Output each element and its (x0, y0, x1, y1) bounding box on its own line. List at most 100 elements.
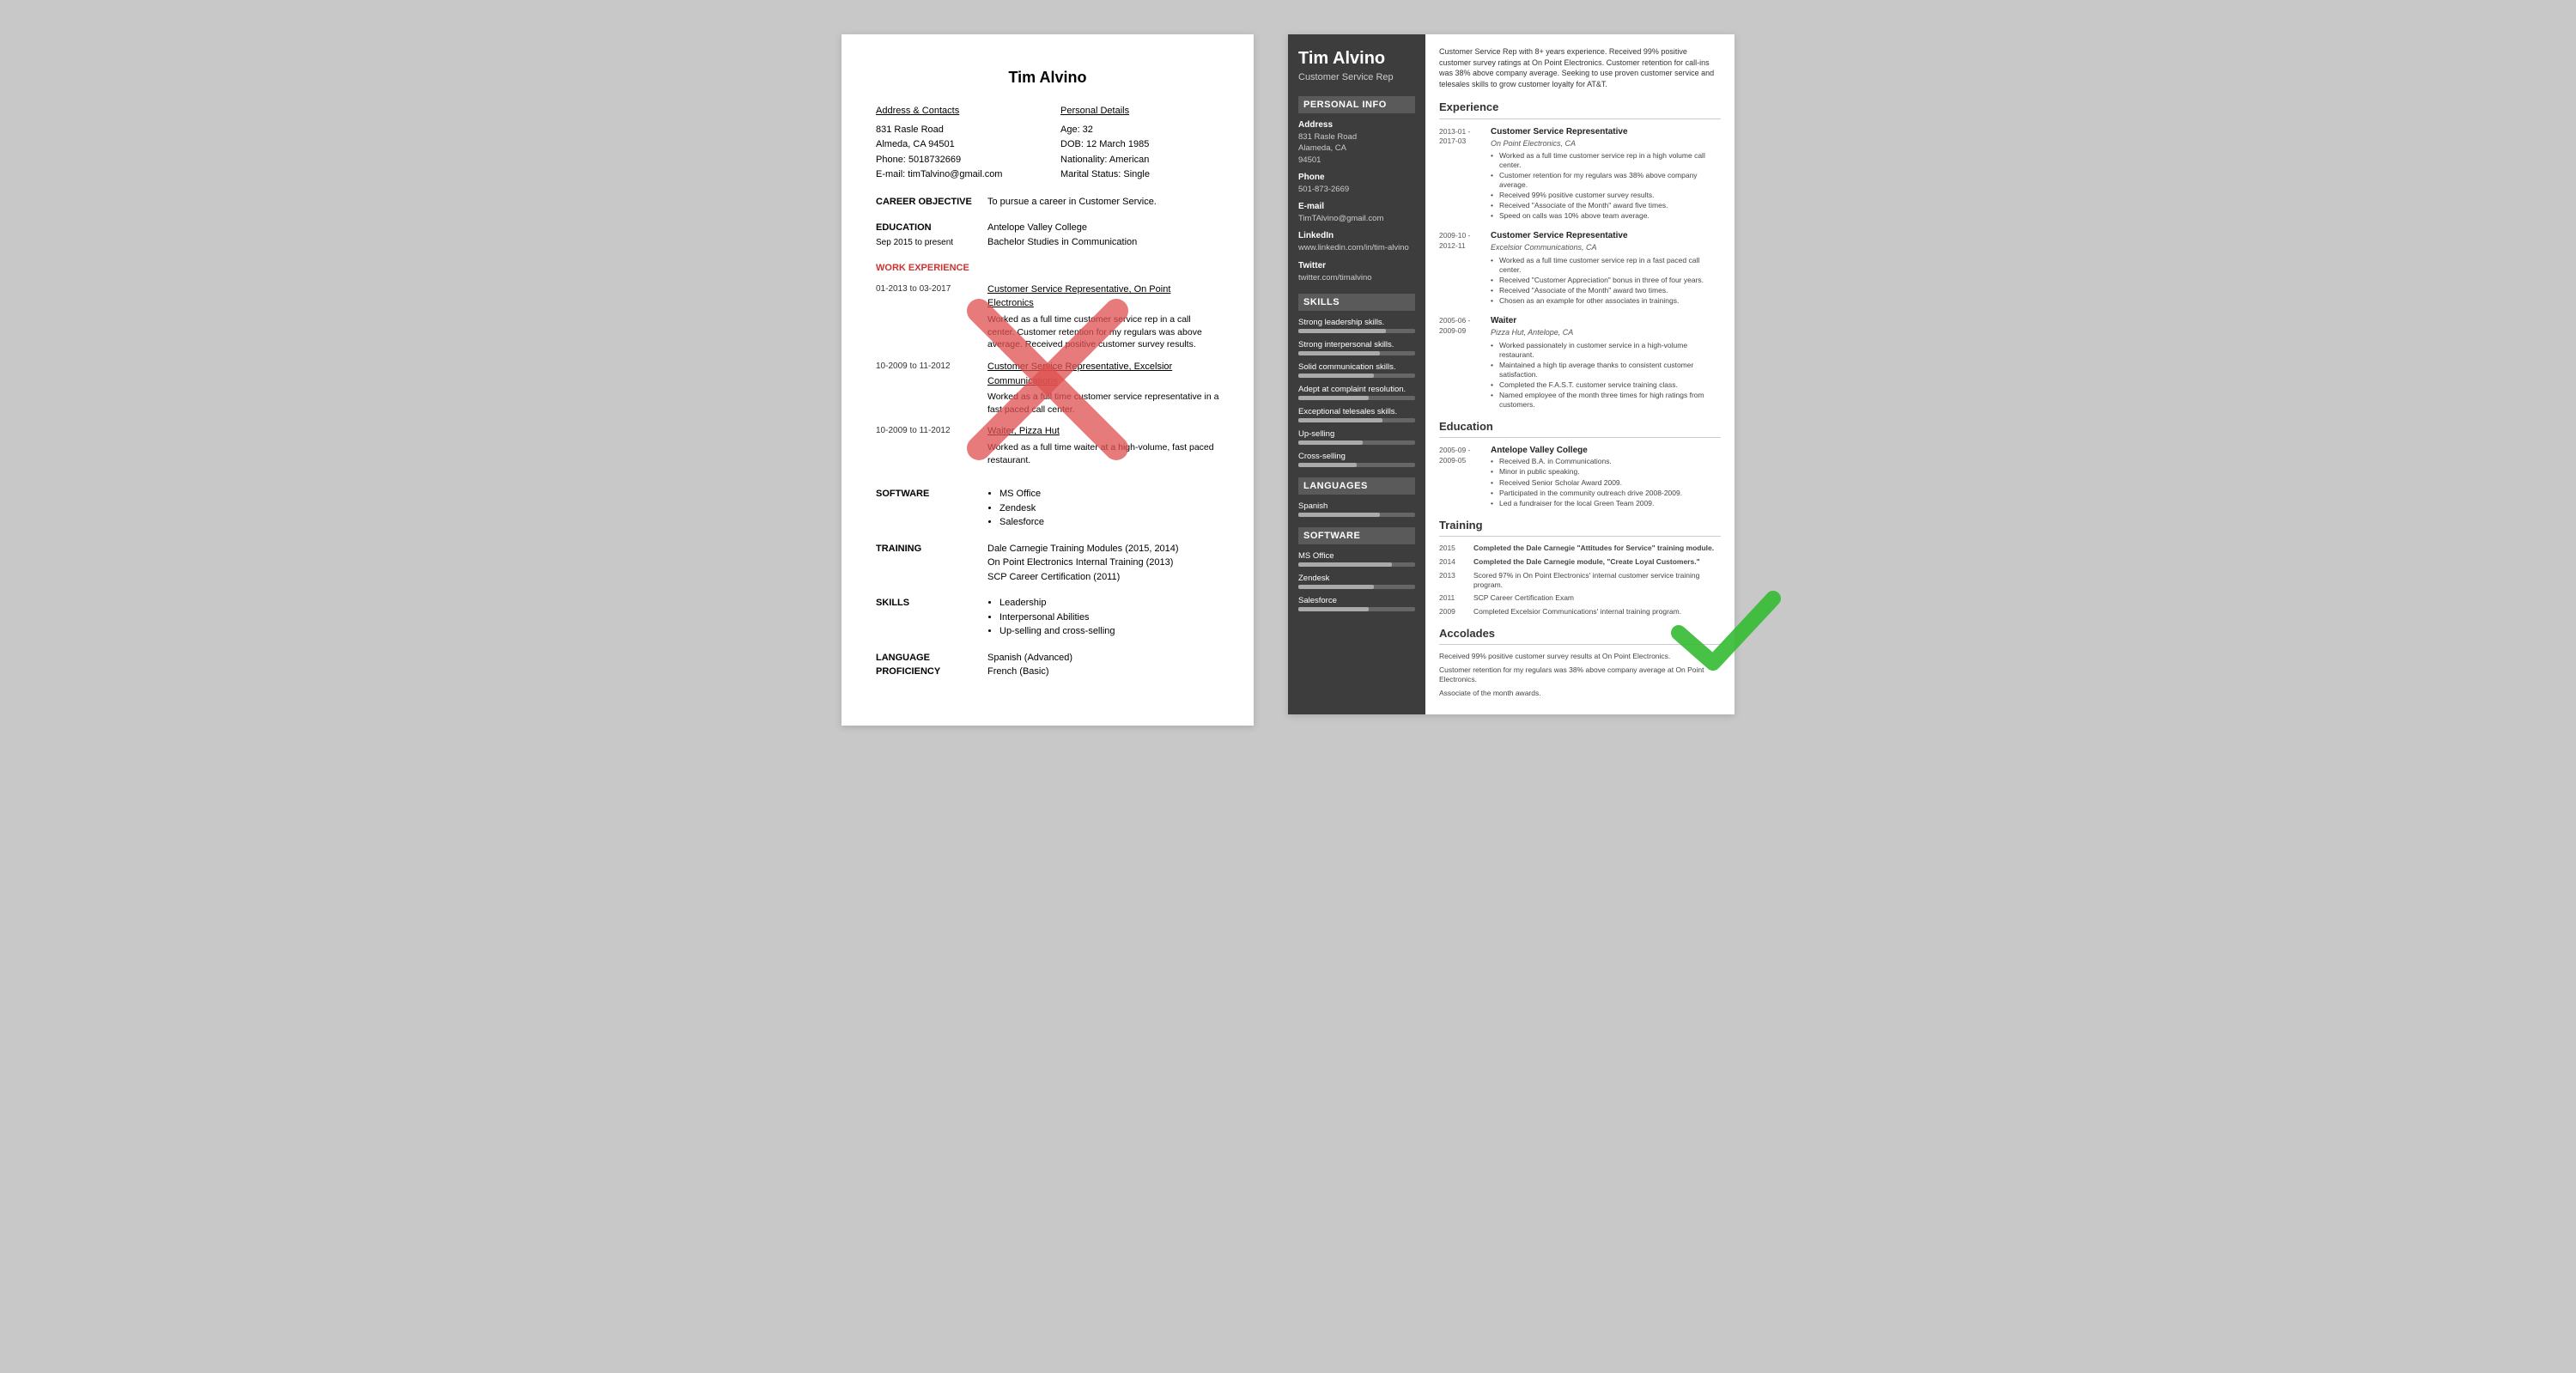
good-main: Customer Service Rep with 8+ years exper… (1425, 34, 1735, 714)
skill-bar-fill (1298, 351, 1380, 355)
skill-item: Up-selling and cross-selling (999, 624, 1219, 639)
training-entry: 2015Completed the Dale Carnegie "Attitud… (1439, 544, 1721, 554)
phone: Phone: 5018732669 (876, 153, 1035, 168)
good-job-title: Customer Service Rep (1298, 72, 1415, 82)
exp-company: Pizza Hut, Antelope, CA (1491, 327, 1721, 338)
exp-job-title: Customer Service Representative (1491, 126, 1721, 138)
age: Age: 32 (1060, 123, 1219, 138)
software-bar-bg (1298, 607, 1415, 611)
address-line2: Almeda, CA 94501 (876, 137, 1035, 153)
edu-school: Antelope Valley College (1491, 445, 1721, 457)
exp-details: WaiterPizza Hut, Antelope, CA Worked pass… (1491, 315, 1721, 410)
skill-label: Solid communication skills. (1298, 362, 1415, 372)
accolade-item: Received 99% positive customer survey re… (1439, 652, 1721, 662)
training-desc: Completed the Dale Carnegie module, "Cre… (1473, 557, 1721, 568)
exp-details: Customer Service RepresentativeExcelsior… (1491, 230, 1721, 307)
software-bar-fill (1298, 562, 1392, 567)
exp-bullet: Customer retention for my regulars was 3… (1491, 171, 1721, 190)
work-experience-section: WORK EXPERIENCE 01-2013 to 03-2017Custom… (876, 261, 1219, 475)
email-label: E-mail (1298, 202, 1415, 211)
address-value: 831 Rasle Road Alameda, CA 94501 (1298, 131, 1415, 166)
experience-entry: 2013-01 -2017-03Customer Service Represe… (1439, 126, 1721, 222)
languages-list: Spanish (1298, 501, 1415, 517)
education-section: EDUCATION Sep 2015 to present Antelope V… (876, 221, 1219, 249)
skill-bar-bg (1298, 329, 1415, 333)
edu-bullet: Minor in public speaking. (1491, 467, 1721, 477)
education-school: Antelope Valley College (987, 221, 1219, 235)
email-value: TimTAlvino@gmail.com (1298, 213, 1415, 224)
accolades-container: Received 99% positive customer survey re… (1439, 652, 1721, 700)
career-objective-section: CAREER OBJECTIVE To pursue a career in C… (876, 195, 1219, 210)
software-bar-bg (1298, 562, 1415, 567)
accolades-header: Accolades (1439, 626, 1721, 645)
exp-bullet: Received 99% positive customer survey re… (1491, 191, 1721, 200)
skill-bar-bg (1298, 374, 1415, 378)
skill-bar-bg (1298, 463, 1415, 467)
work-entry: 10-2009 to 11-2012Waiter, Pizza HutWorke… (876, 424, 1219, 466)
exp-bullet: Completed the F.A.S.T. customer service … (1491, 380, 1721, 390)
language-label: Spanish (1298, 501, 1415, 511)
marital: Marital Status: Single (1060, 167, 1219, 183)
exp-job-title: Waiter (1491, 315, 1721, 327)
exp-job-title: Customer Service Representative (1491, 230, 1721, 242)
training-entry: 2009Completed Excelsior Communications' … (1439, 607, 1721, 617)
software-section: SOFTWARE MS OfficeZendeskSalesforce (876, 487, 1219, 530)
skill-bar-fill (1298, 463, 1357, 467)
experience-header: Experience (1439, 100, 1721, 118)
work-entries-container: 01-2013 to 03-2017Customer Service Repre… (876, 282, 1219, 475)
exp-bullet: Chosen as an example for other associate… (1491, 296, 1721, 306)
personal-info-header: Personal Info (1298, 96, 1415, 113)
experience-entry: 2005-06 -2009-09WaiterPizza Hut, Antelop… (1439, 315, 1721, 410)
linkedin-label: LinkedIn (1298, 231, 1415, 240)
education-content: Antelope Valley College Bachelor Studies… (987, 221, 1219, 249)
good-name: Tim Alvino (1298, 48, 1415, 69)
work-title: Waiter, Pizza Hut (987, 424, 1219, 439)
exp-bullet: Maintained a high tip average thanks to … (1491, 361, 1721, 380)
skills-list: Strong leadership skills. Strong interper… (1298, 318, 1415, 467)
skill-item: Strong leadership skills. (1298, 318, 1415, 333)
exp-bullet: Named employee of the month three times … (1491, 391, 1721, 410)
training-year: 2014 (1439, 557, 1473, 568)
work-content: Waiter, Pizza HutWorked as a full time w… (987, 424, 1219, 466)
work-entry: 01-2013 to 03-2017Customer Service Repre… (876, 282, 1219, 351)
skill-bar-fill (1298, 396, 1369, 400)
edu-bullets: Received B.A. in Communications.Minor in… (1491, 457, 1721, 507)
email: E-mail: timTalvino@gmail.com (876, 167, 1035, 183)
training-content: Dale Carnegie Training Modules (2015, 20… (987, 542, 1219, 585)
resume-bad: Tim Alvino Address & Contacts 831 Rasle … (841, 34, 1254, 726)
work-experience-label: WORK EXPERIENCE (876, 261, 987, 276)
language-bar-fill (1298, 513, 1380, 517)
exp-bullets: Worked passionately in customer service … (1491, 341, 1721, 410)
edu-dates: 2005-09 -2009-05 (1439, 445, 1491, 508)
software-bar-bg (1298, 585, 1415, 589)
edu-bullet: Participated in the community outreach d… (1491, 489, 1721, 498)
skill-label: Exceptional telesales skills. (1298, 407, 1415, 416)
training-year: 2011 (1439, 593, 1473, 604)
phone-label: Phone (1298, 173, 1415, 182)
skill-bar-bg (1298, 418, 1415, 422)
exp-bullet: Received "Customer Appreciation" bonus i… (1491, 276, 1721, 285)
contacts-left-header: Address & Contacts (876, 104, 1035, 119)
skill-item: Solid communication skills. (1298, 362, 1415, 378)
training-desc: SCP Career Certification Exam (1473, 593, 1721, 604)
education-label: EDUCATION Sep 2015 to present (876, 221, 987, 249)
skill-bar-bg (1298, 440, 1415, 445)
good-summary: Customer Service Rep with 8+ years exper… (1439, 46, 1721, 89)
software-list: MS OfficeZendeskSalesforce (1298, 551, 1415, 611)
skill-item: Interpersonal Abilities (999, 611, 1219, 625)
skill-bar-fill (1298, 418, 1382, 422)
linkedin-value: www.linkedin.com/in/tim-alvino (1298, 242, 1415, 253)
edu-bullet: Received B.A. in Communications. (1491, 457, 1721, 466)
exp-company: On Point Electronics, CA (1491, 138, 1721, 149)
training-desc: Scored 97% in On Point Electronics' inte… (1473, 571, 1721, 590)
career-objective-label: CAREER OBJECTIVE (876, 195, 987, 210)
skill-bar-fill (1298, 440, 1363, 445)
software-bar-fill (1298, 607, 1369, 611)
training-entry: 2014Completed the Dale Carnegie module, … (1439, 557, 1721, 568)
exp-bullets: Worked as a full time customer service r… (1491, 151, 1721, 221)
work-dates: 10-2009 to 11-2012 (876, 424, 987, 466)
software-item: Zendesk (999, 501, 1219, 516)
skill-label: Strong interpersonal skills. (1298, 340, 1415, 349)
twitter-label: Twitter (1298, 261, 1415, 270)
training-year: 2015 (1439, 544, 1473, 554)
